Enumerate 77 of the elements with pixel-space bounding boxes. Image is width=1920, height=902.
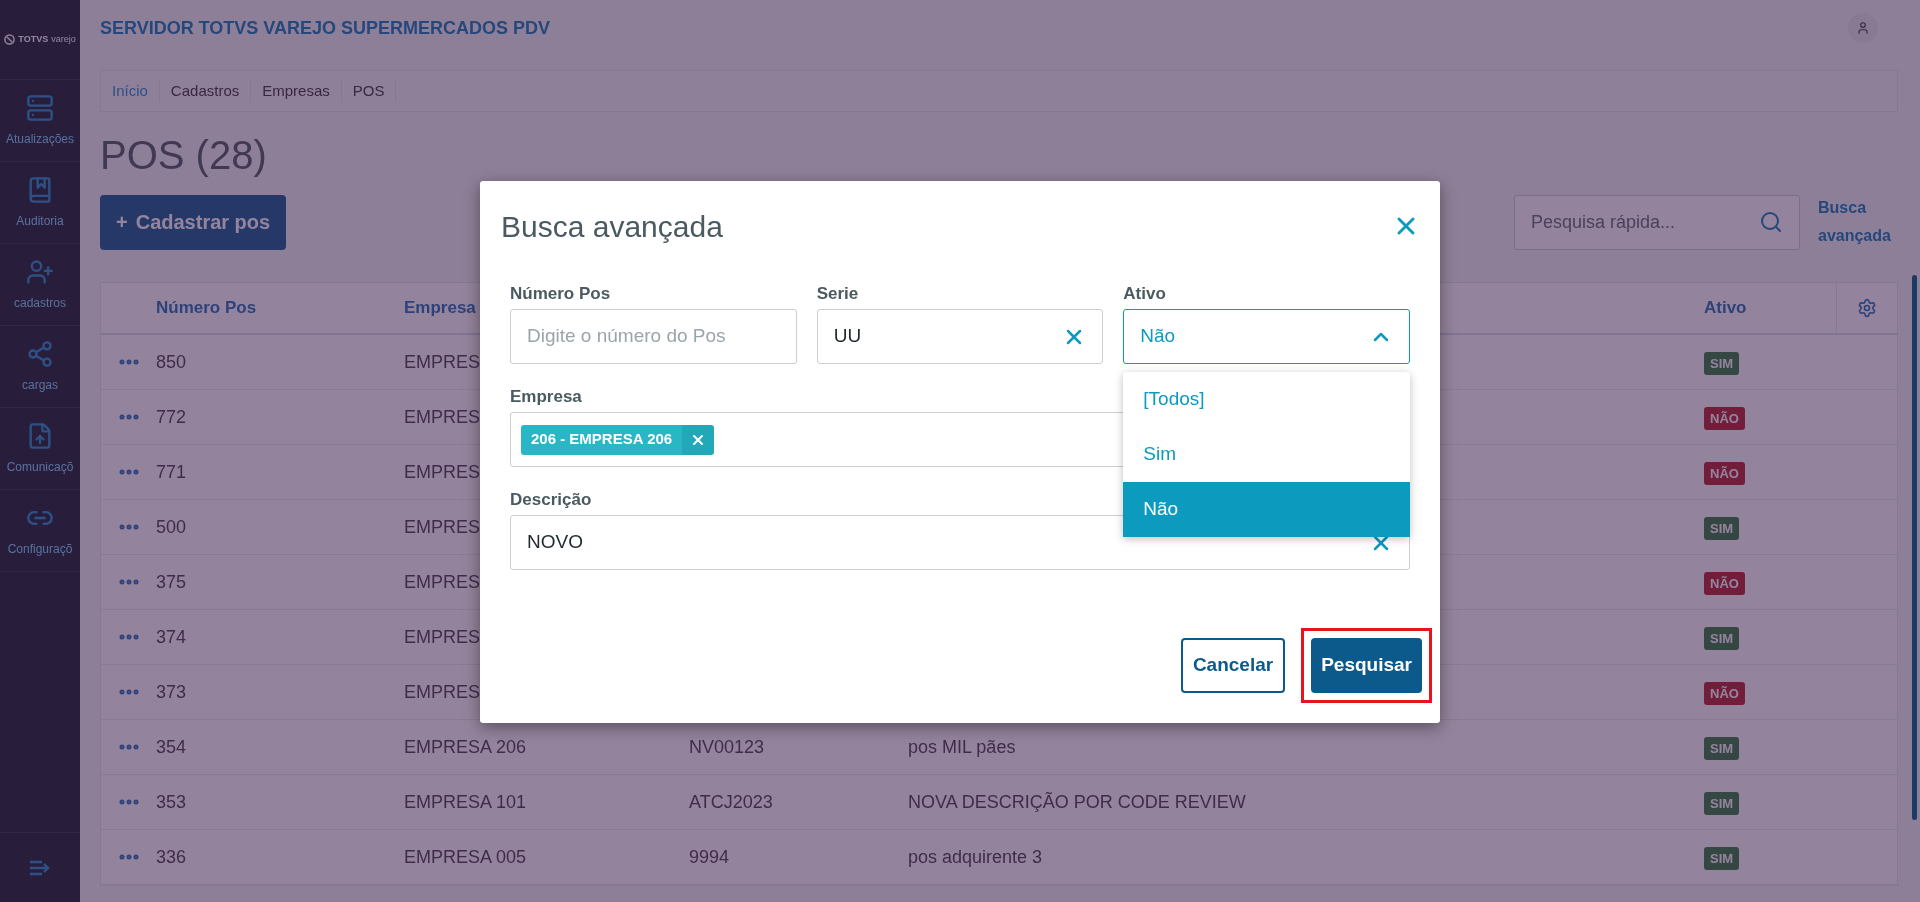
- table-cell: EMPRESA 206: [404, 736, 527, 757]
- input-field[interactable]: Digite o número do Pos: [510, 309, 797, 364]
- column-header[interactable]: Número Pos: [156, 295, 404, 321]
- breadcrumb-item: Empresas: [251, 79, 342, 103]
- app-title: SERVIDOR TOTVS VAREJO SUPERMERCADOS PDV: [100, 16, 551, 40]
- sidebar-item[interactable]: cargas: [0, 326, 80, 408]
- status-badge: NÃO: [1704, 571, 1745, 595]
- table-cell: NV00123: [689, 736, 765, 757]
- search-field[interactable]: Pesquisa rápida...: [1514, 194, 1800, 250]
- field-label: Empresa: [510, 386, 582, 408]
- page-title: POS (28): [100, 132, 268, 179]
- menu-icon: [26, 257, 54, 286]
- sidebar-item[interactable]: Auditoria: [0, 162, 80, 244]
- logo-icon: [4, 34, 16, 45]
- table-cell: NOVA DESCRIÇÃO POR CODE REVIEW: [908, 791, 1246, 812]
- table-cell: EMPRESA 005: [404, 846, 527, 867]
- table-cell: pos MIL pães: [908, 736, 1016, 757]
- status-badge: SIM: [1704, 351, 1740, 375]
- table-cell: ATCJ2023: [689, 791, 773, 812]
- status-badge: SIM: [1704, 846, 1740, 870]
- table-cell: EMPRESA 101: [404, 791, 527, 812]
- user-icon: [1856, 21, 1870, 35]
- settings-icon[interactable]: [1857, 298, 1877, 318]
- tag-chip: 206 - EMPRESA 206: [521, 424, 683, 455]
- table-cell: EMPRES: [404, 461, 481, 482]
- user-avatar[interactable]: [1848, 13, 1878, 43]
- field-label: Número Pos: [510, 283, 611, 305]
- search-button[interactable]: Pesquisar: [1311, 638, 1422, 693]
- breadcrumb-item: Cadastros: [159, 79, 252, 103]
- table-cell-text: 850: [156, 350, 188, 374]
- select-field[interactable]: Não: [1123, 309, 1410, 364]
- table-cell: EMPRES: [404, 406, 481, 427]
- table-cell-text: 771: [156, 460, 188, 484]
- status-badge: NÃO: [1704, 681, 1745, 705]
- sidebar-item[interactable]: Configuraçõ: [0, 490, 80, 572]
- table-cell: EMPRES: [404, 626, 481, 647]
- table-cell-text: 354: [156, 735, 188, 759]
- remove-tag-button[interactable]: [682, 424, 715, 455]
- table-cell-text: 374: [156, 625, 188, 649]
- table-cell: EMPRES: [404, 351, 481, 372]
- dialog-title: Busca avançada: [501, 208, 723, 245]
- table-cell-text: 375: [156, 570, 188, 594]
- menu-icon: [26, 339, 54, 368]
- logo: TOTVS varejo: [0, 0, 80, 80]
- table-cell: EMPRES: [404, 571, 481, 592]
- table-cell-text: 353: [156, 790, 188, 814]
- cancel-button[interactable]: Cancelar: [1180, 638, 1286, 693]
- field-label: Ativo: [1123, 283, 1166, 305]
- breadcrumb-link[interactable]: Início: [101, 79, 160, 103]
- status-badge: SIM: [1704, 516, 1740, 540]
- status-badge: SIM: [1704, 736, 1740, 760]
- dropdown-option[interactable]: Não: [1123, 482, 1410, 537]
- field-label: Serie: [816, 283, 859, 305]
- input-field[interactable]: UU: [816, 309, 1104, 364]
- add-button[interactable]: + Cadastrar pos: [100, 194, 287, 250]
- status-badge: NÃO: [1704, 406, 1745, 430]
- table-cell-text: 772: [156, 405, 188, 429]
- table-cell: EMPRES: [404, 681, 481, 702]
- sidebar-item[interactable]: cadastros: [0, 244, 80, 326]
- menu-icon: [26, 93, 54, 122]
- table-cell: pos adquirente 3: [908, 846, 1043, 867]
- table-cell-text: 500: [156, 515, 188, 539]
- sidebar-item[interactable]: Comunicaçõ: [0, 408, 80, 490]
- search-icon[interactable]: [1759, 210, 1783, 234]
- expand-menu-icon[interactable]: [29, 859, 51, 876]
- advanced-search-link[interactable]: Busca avançada: [1818, 194, 1898, 250]
- table-cell-text: 336: [156, 845, 188, 869]
- field-label: Descrição: [510, 489, 592, 511]
- column-header[interactable]: Ativo: [1704, 295, 1836, 321]
- sidebar-item[interactable]: Atualizações: [0, 80, 80, 162]
- status-badge: SIM: [1704, 791, 1740, 815]
- status-badge: SIM: [1704, 626, 1740, 650]
- status-badge: NÃO: [1704, 461, 1745, 485]
- table-cell: 9994: [689, 846, 730, 867]
- table-cell: EMPRES: [404, 516, 481, 537]
- breadcrumb-item: POS: [341, 79, 397, 103]
- table-cell-text: 373: [156, 680, 188, 704]
